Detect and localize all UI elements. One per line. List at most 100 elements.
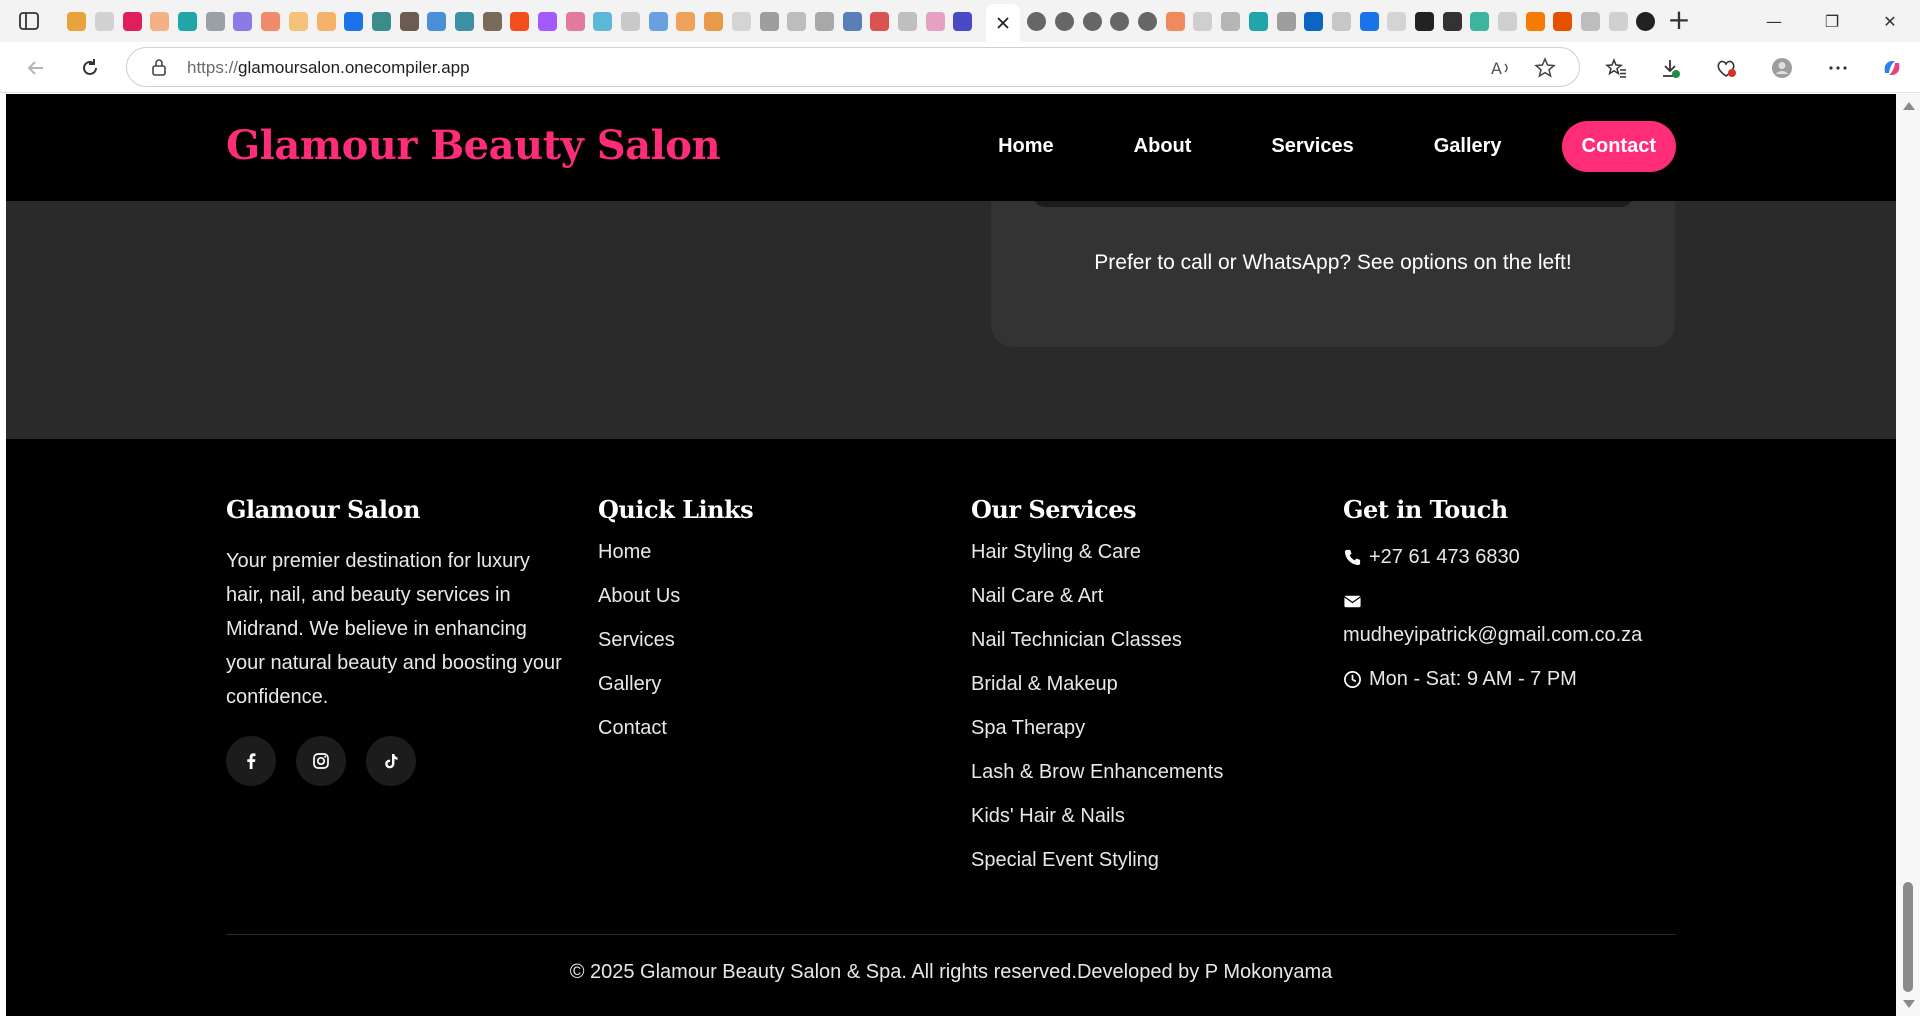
- page-scrollbar[interactable]: [1896, 94, 1920, 1016]
- tab-favicon[interactable]: [1331, 8, 1353, 34]
- footer-link-home[interactable]: Home: [598, 540, 753, 564]
- address-bar[interactable]: https://glamoursalon.onecompiler.app A: [126, 47, 1580, 87]
- footer-service-item[interactable]: Spa Therapy: [971, 716, 1223, 740]
- footer-service-item[interactable]: Nail Care & Art: [971, 584, 1223, 608]
- close-tab-icon[interactable]: [996, 16, 1010, 30]
- footer-link-gallery[interactable]: Gallery: [598, 672, 753, 696]
- tab-favicon[interactable]: [786, 8, 808, 34]
- tab-favicon[interactable]: [897, 8, 919, 34]
- tab-favicon[interactable]: [1607, 8, 1629, 34]
- downloads-button[interactable]: [1654, 52, 1686, 84]
- globe-icon[interactable]: [1137, 8, 1159, 34]
- tab-favicon[interactable]: [1220, 8, 1242, 34]
- tab-favicon[interactable]: [731, 8, 753, 34]
- globe-icon[interactable]: [1054, 8, 1076, 34]
- tab-favicon[interactable]: [177, 8, 199, 34]
- new-tab-button[interactable]: +: [1664, 6, 1694, 36]
- footer-service-item[interactable]: Bridal & Makeup: [971, 672, 1223, 696]
- tab-favicon[interactable]: [1414, 8, 1436, 34]
- tab-favicon[interactable]: [371, 8, 393, 34]
- footer-phone[interactable]: +27 61 473 6830: [1343, 540, 1683, 574]
- tab-favicon[interactable]: [149, 8, 171, 34]
- facebook-link[interactable]: [226, 736, 276, 786]
- favorites-button[interactable]: [1600, 52, 1632, 84]
- footer-link-services[interactable]: Services: [598, 628, 753, 652]
- footer-email[interactable]: mudheyipatrick@gmail.com.co.za: [1343, 618, 1683, 652]
- lock-icon[interactable]: [149, 57, 169, 77]
- tab-favicon[interactable]: [564, 8, 586, 34]
- favorite-star-icon[interactable]: [1533, 56, 1557, 80]
- tab-favicon[interactable]: [343, 8, 365, 34]
- restore-button[interactable]: ❐: [1804, 0, 1860, 42]
- tab-favicon[interactable]: [1386, 8, 1408, 34]
- globe-icon[interactable]: [1081, 8, 1103, 34]
- tab-favicon[interactable]: [814, 8, 836, 34]
- tab-favicon[interactable]: [1441, 8, 1463, 34]
- tab-favicon[interactable]: [924, 8, 946, 34]
- tab-favicon[interactable]: [315, 8, 337, 34]
- tab-favicon[interactable]: [841, 8, 863, 34]
- tab-favicon[interactable]: [1248, 8, 1270, 34]
- url-text[interactable]: https://glamoursalon.onecompiler.app: [187, 58, 470, 78]
- tiktok-link[interactable]: [366, 736, 416, 786]
- tab-favicon[interactable]: [121, 8, 143, 34]
- nav-about[interactable]: About: [1134, 135, 1192, 158]
- tab-favicon[interactable]: [481, 8, 503, 34]
- copilot-button[interactable]: [1876, 52, 1908, 84]
- site-logo[interactable]: Glamour Beauty Salon: [226, 122, 721, 169]
- tab-favicon[interactable]: [703, 8, 725, 34]
- footer-link-contact[interactable]: Contact: [598, 716, 753, 740]
- tab-favicon[interactable]: [952, 8, 974, 34]
- settings-menu-button[interactable]: [1822, 52, 1854, 84]
- tab-favicon[interactable]: [1497, 8, 1519, 34]
- tab-favicon[interactable]: [232, 8, 254, 34]
- tab-favicon[interactable]: [1469, 8, 1491, 34]
- tab-favicon[interactable]: [454, 8, 476, 34]
- tab-favicon[interactable]: [537, 8, 559, 34]
- tab-actions-icon[interactable]: [18, 10, 40, 32]
- tab-favicon[interactable]: [675, 8, 697, 34]
- footer-service-item[interactable]: Special Event Styling: [971, 848, 1223, 872]
- read-aloud-icon[interactable]: A: [1489, 56, 1513, 80]
- refresh-button[interactable]: [74, 52, 106, 84]
- tab-favicon[interactable]: [1275, 8, 1297, 34]
- footer-link-about[interactable]: About Us: [598, 584, 753, 608]
- close-window-button[interactable]: ✕: [1862, 0, 1918, 42]
- tab-favicon[interactable]: [869, 8, 891, 34]
- scrollbar-thumb[interactable]: [1903, 882, 1913, 992]
- footer-service-item[interactable]: Nail Technician Classes: [971, 628, 1223, 652]
- active-tab[interactable]: [986, 4, 1020, 42]
- tab-favicon[interactable]: [1552, 8, 1574, 34]
- nav-gallery[interactable]: Gallery: [1434, 135, 1502, 158]
- tab-favicon[interactable]: [204, 8, 226, 34]
- globe-icon[interactable]: [1109, 8, 1131, 34]
- footer-service-item[interactable]: Lash & Brow Enhancements: [971, 760, 1223, 784]
- footer-service-item[interactable]: Hair Styling & Care: [971, 540, 1223, 564]
- tab-favicon[interactable]: [94, 8, 116, 34]
- nav-contact-button[interactable]: Contact: [1561, 121, 1676, 172]
- minimize-button[interactable]: —: [1746, 0, 1802, 42]
- tab-favicon[interactable]: [592, 8, 614, 34]
- browser-essentials-button[interactable]: [1710, 52, 1742, 84]
- nav-services[interactable]: Services: [1271, 135, 1353, 158]
- github-icon[interactable]: [1635, 8, 1657, 34]
- tab-favicon[interactable]: [1358, 8, 1380, 34]
- scroll-down-icon[interactable]: [1903, 1000, 1915, 1008]
- tab-favicon[interactable]: [1164, 8, 1186, 34]
- tab-favicon[interactable]: [620, 8, 642, 34]
- tab-favicon[interactable]: [288, 8, 310, 34]
- tab-favicon[interactable]: [758, 8, 780, 34]
- tab-favicon[interactable]: [647, 8, 669, 34]
- tab-favicon[interactable]: [260, 8, 282, 34]
- footer-service-item[interactable]: Kids' Hair & Nails: [971, 804, 1223, 828]
- tab-favicon[interactable]: [1524, 8, 1546, 34]
- tab-favicon[interactable]: [66, 8, 88, 34]
- tab-favicon[interactable]: [509, 8, 531, 34]
- tab-favicon[interactable]: [1303, 8, 1325, 34]
- tab-favicon[interactable]: [398, 8, 420, 34]
- globe-icon[interactable]: [1026, 8, 1048, 34]
- back-button[interactable]: [20, 52, 52, 84]
- tab-favicon[interactable]: [1192, 8, 1214, 34]
- profile-button[interactable]: [1766, 52, 1798, 84]
- tab-favicon[interactable]: [426, 8, 448, 34]
